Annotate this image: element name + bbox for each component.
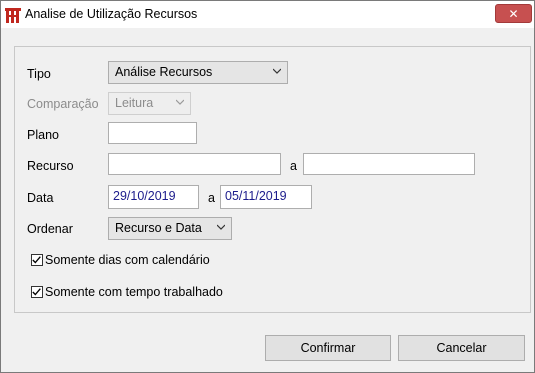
tipo-label: Tipo bbox=[27, 67, 51, 81]
check-icon bbox=[32, 256, 41, 264]
title-bar: Analise de Utilização Recursos ✕ bbox=[1, 1, 534, 28]
data-range-separator: a bbox=[208, 191, 215, 205]
plano-label: Plano bbox=[27, 128, 59, 142]
tipo-value: Análise Recursos bbox=[115, 65, 213, 79]
ordenar-label: Ordenar bbox=[27, 222, 73, 236]
recurso-range-separator: a bbox=[290, 159, 297, 173]
confirm-button[interactable]: Confirmar bbox=[265, 335, 391, 361]
data-label: Data bbox=[27, 191, 54, 205]
recurso-to-input[interactable] bbox=[303, 153, 475, 175]
chevron-down-icon bbox=[217, 224, 225, 230]
chevron-down-icon bbox=[273, 68, 281, 74]
tipo-select[interactable]: Análise Recursos bbox=[108, 61, 288, 84]
data-from-input[interactable]: 29/10/2019 bbox=[108, 185, 199, 209]
data-to-input[interactable]: 05/11/2019 bbox=[220, 185, 312, 209]
plano-input[interactable] bbox=[108, 122, 197, 144]
chevron-down-icon bbox=[176, 99, 184, 105]
recurso-from-input[interactable] bbox=[108, 153, 281, 175]
somente-tempo-checkbox[interactable] bbox=[31, 286, 43, 298]
ordenar-value: Recurso e Data bbox=[115, 221, 202, 235]
comparacao-label: Comparação bbox=[27, 97, 99, 111]
ordenar-select[interactable]: Recurso e Data bbox=[108, 217, 232, 240]
window-title: Analise de Utilização Recursos bbox=[25, 7, 198, 21]
somente-dias-label[interactable]: Somente dias com calendário bbox=[45, 253, 210, 267]
cancel-button[interactable]: Cancelar bbox=[398, 335, 525, 361]
dialog-window: Analise de Utilização Recursos ✕ Tipo An… bbox=[0, 0, 535, 373]
somente-tempo-label[interactable]: Somente com tempo trabalhado bbox=[45, 285, 223, 299]
comparacao-select: Leitura bbox=[108, 92, 191, 115]
somente-dias-checkbox[interactable] bbox=[31, 254, 43, 266]
close-icon: ✕ bbox=[508, 6, 519, 21]
comparacao-value: Leitura bbox=[115, 96, 154, 110]
check-icon bbox=[32, 288, 41, 296]
close-button[interactable]: ✕ bbox=[495, 4, 532, 23]
filter-panel bbox=[14, 46, 531, 313]
app-icon bbox=[5, 8, 21, 23]
recurso-label: Recurso bbox=[27, 159, 74, 173]
